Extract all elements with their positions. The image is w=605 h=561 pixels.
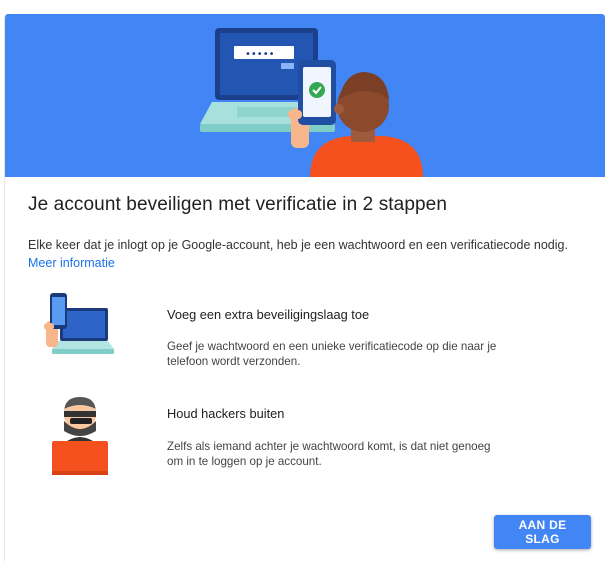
page-title: Je account beveiligen met verificatie in…: [28, 194, 448, 215]
hacker-icon: [52, 397, 108, 475]
intro-text: Elke keer dat je inlogt op je Google-acc…: [28, 238, 568, 252]
phone-laptop-icon: [44, 293, 114, 354]
header-banner: •••••: [5, 14, 605, 177]
feature-title-keep-hackers-out: Houd hackers buiten: [167, 406, 285, 421]
two-step-verification-card: ••••• Je account beveiligen met verifica…: [4, 14, 605, 561]
intro-description: Elke keer dat je inlogt op je Google-acc…: [28, 236, 568, 272]
laptop-phone-verification-illustration: •••••: [200, 28, 423, 177]
feature-description-extra-layer: Geef je wachtwoord en een unieke verific…: [167, 340, 497, 368]
password-mask: •••••: [245, 49, 275, 60]
feature-title-extra-layer: Voeg een extra beveiligingslaag toe: [167, 307, 370, 322]
get-started-button[interactable]: AAN DE SLAG: [494, 515, 591, 549]
feature-description-keep-hackers-out: Zelfs als iemand achter je wachtwoord ko…: [167, 440, 491, 468]
learn-more-link[interactable]: Meer informatie: [28, 256, 115, 270]
